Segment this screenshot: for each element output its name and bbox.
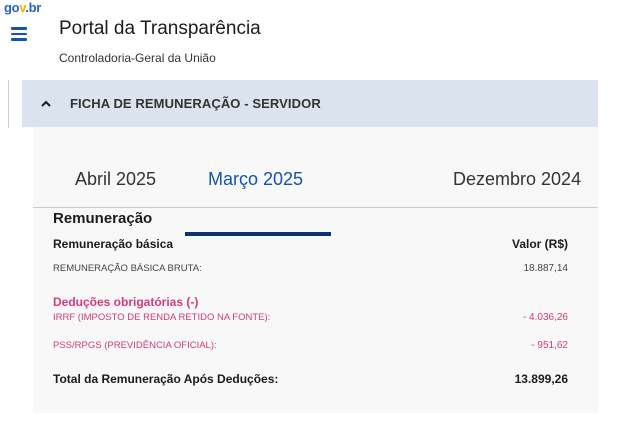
basic-remuneration-heading: Remuneração básica — [53, 237, 174, 251]
deduction-pss-label: PSS/RPGS (PREVIDÊNCIA OFICIAL): — [53, 340, 217, 351]
gross-remuneration-value: 18.887,14 — [523, 263, 569, 274]
tab-dezembro-2024[interactable]: Dezembro 2024 — [453, 169, 581, 190]
section-title-remuneracao: Remuneração — [53, 210, 153, 227]
deductions-title: Deduções obrigatórias (-) — [53, 295, 199, 309]
total-after-deductions-value: 13.899,26 — [514, 372, 568, 386]
tab-abril-2025[interactable]: Abril 2025 — [75, 169, 156, 190]
logo-part-go: go — [4, 0, 20, 15]
accordion-header-ficha-remuneracao[interactable]: FICHA DE REMUNERAÇÃO - SERVIDOR — [22, 80, 598, 127]
deduction-pss-value: - 951,62 — [531, 340, 568, 351]
portal-title[interactable]: Portal da Transparência — [59, 18, 261, 40]
accordion-title: FICHA DE REMUNERAÇÃO - SERVIDOR — [70, 96, 321, 111]
tab-marco-2025[interactable]: Março 2025 — [208, 169, 303, 190]
deduction-irrf-label: IRRF (IMPOSTO DE RENDA RETIDO NA FONTE): — [53, 312, 271, 323]
left-divider — [8, 80, 9, 128]
logo-part-br: .br — [25, 0, 41, 15]
govbr-logo[interactable]: gov.br — [4, 0, 41, 15]
deduction-irrf-value: - 4.036,26 — [522, 312, 568, 323]
gross-remuneration-label: REMUNERAÇÃO BÁSICA BRUTA: — [53, 263, 202, 274]
remuneration-panel: Abril 2025 Março 2025 Dezembro 2024 Remu… — [33, 127, 598, 413]
hamburger-menu-icon[interactable] — [11, 27, 27, 41]
portal-subtitle: Controladoria-Geral da União — [59, 51, 216, 65]
active-tab-indicator — [185, 232, 331, 236]
chevron-up-icon[interactable] — [39, 97, 53, 111]
total-after-deductions-label: Total da Remuneração Após Deduções: — [53, 372, 279, 386]
month-tabs: Abril 2025 Março 2025 Dezembro 2024 — [33, 157, 598, 236]
value-column-heading: Valor (R$) — [511, 237, 568, 251]
